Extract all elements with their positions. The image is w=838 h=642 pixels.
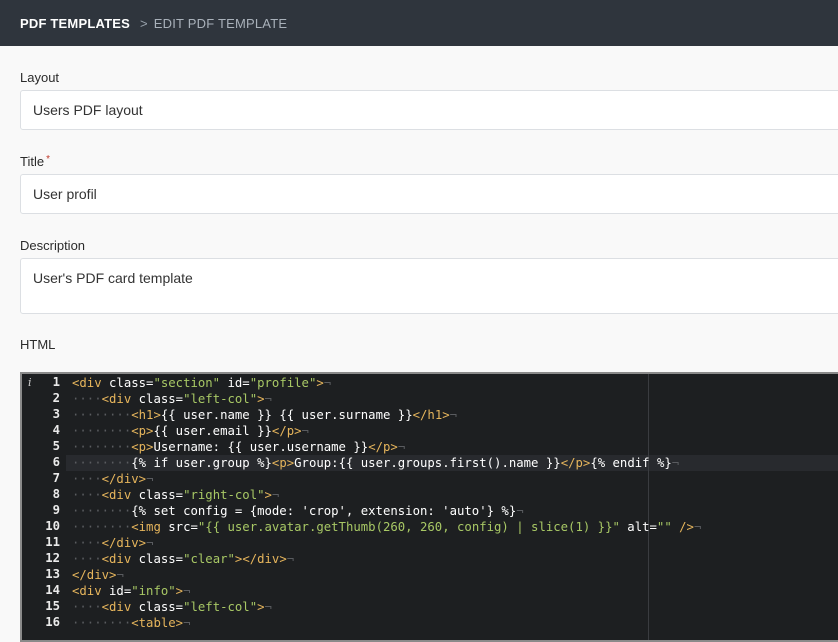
line-number: 2 <box>52 391 60 405</box>
editor-gutter: i 1 2 3 4 5 6 7 8 9 10 11 12 13 14 15 16 <box>22 374 66 640</box>
print-margin <box>648 374 649 640</box>
breadcrumb-current: EDIT PDF TEMPLATE <box>153 15 288 31</box>
breadcrumb: PDF TEMPLATES > EDIT PDF TEMPLATE <box>0 0 838 46</box>
description-label: Description <box>20 238 86 253</box>
line-number: 13 <box>45 567 60 581</box>
line-number: 12 <box>45 551 60 565</box>
line-number: 9 <box>52 503 60 517</box>
layout-select[interactable]: Users PDF layout <box>20 90 838 130</box>
description-textarea[interactable]: User's PDF card template <box>20 258 838 314</box>
code-line[interactable]: ····</div>¬ <box>72 471 153 487</box>
html-label: HTML <box>20 337 56 352</box>
line-number: 14 <box>45 583 60 597</box>
line-number: 6 <box>52 455 60 469</box>
code-line[interactable]: ····<div class="left-col">¬ <box>72 391 272 407</box>
code-line[interactable]: ····<div class="right-col">¬ <box>72 487 279 503</box>
breadcrumb-separator: > <box>139 15 148 31</box>
line-number: 7 <box>52 471 60 485</box>
title-label-text: Title <box>20 154 45 169</box>
title-input[interactable]: User profil <box>20 174 838 214</box>
code-line[interactable]: ········{% set config = {mode: 'crop', e… <box>72 503 524 519</box>
line-number: 11 <box>45 535 60 549</box>
required-mark: * <box>46 154 50 165</box>
line-number: 16 <box>45 615 60 629</box>
line-number: 10 <box>45 519 60 533</box>
code-line[interactable]: ········<img src="{{ user.avatar.getThum… <box>72 519 701 535</box>
code-line[interactable]: <div id="info">¬ <box>72 583 190 599</box>
code-line[interactable]: ········{% if user.group %}<p>Group:{{ u… <box>72 455 679 471</box>
html-code-editor[interactable]: i 1 2 3 4 5 6 7 8 9 10 11 12 13 14 15 16 <div class="se… <box>20 372 838 642</box>
layout-label: Layout <box>20 70 60 85</box>
line-number: 1 <box>52 375 60 389</box>
line-number: 5 <box>52 439 60 453</box>
code-line[interactable]: ····<div class="left-col">¬ <box>72 599 272 615</box>
code-line[interactable]: <div class="section" id="profile">¬ <box>72 375 331 391</box>
line-number: 15 <box>45 599 60 613</box>
code-line[interactable]: ········<table>¬ <box>72 615 190 631</box>
code-line[interactable]: ····</div>¬ <box>72 535 153 551</box>
breadcrumb-root-link[interactable]: PDF TEMPLATES <box>20 16 130 31</box>
line-number: 3 <box>52 407 60 421</box>
title-label: Title * <box>20 154 50 169</box>
code-line[interactable]: </div>¬ <box>72 567 124 583</box>
code-line[interactable]: ········<p>Username: {{ user.username }}… <box>72 439 405 455</box>
line-number: 4 <box>52 423 60 437</box>
code-line[interactable]: ····<div class="clear"></div>¬ <box>72 551 294 567</box>
code-line[interactable]: ········<h1>{{ user.name }} {{ user.surn… <box>72 407 457 423</box>
line-number: 8 <box>52 487 60 501</box>
code-line[interactable]: ········<p>{{ user.email }}</p>¬ <box>72 423 309 439</box>
